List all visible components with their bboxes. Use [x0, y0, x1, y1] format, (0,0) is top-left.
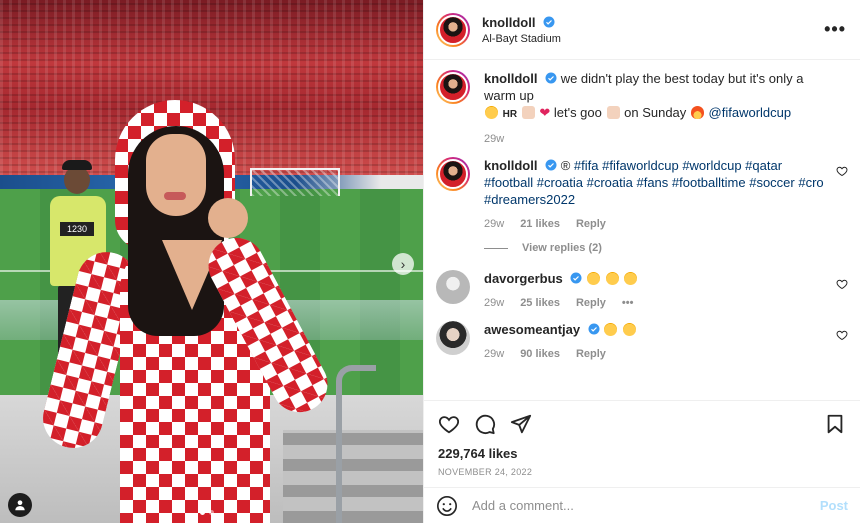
verified-icon [543, 16, 555, 27]
comment-avatar[interactable] [436, 321, 470, 355]
tongue-face-emoji [485, 106, 498, 119]
caption-text-3: on Sunday [624, 105, 687, 120]
post-comment-button[interactable]: Post [820, 498, 848, 513]
caption-hr: HR [502, 109, 518, 120]
more-options-icon[interactable]: ••• [824, 19, 846, 40]
heart-eyes-emoji [587, 272, 600, 285]
comment-prefix: ® [560, 158, 571, 173]
verified-icon [545, 72, 557, 84]
comment-options-icon[interactable]: ••• [622, 297, 634, 309]
share-icon[interactable] [510, 413, 532, 435]
post-side-panel: knolldoll Al-Bayt Stadium ••• knolldoll … [423, 0, 860, 523]
heart-icon[interactable] [836, 278, 848, 290]
comment-username[interactable]: knolldoll [484, 158, 537, 173]
heart-eyes-emoji [604, 323, 618, 336]
comment-avatar[interactable] [436, 270, 470, 304]
heart-icon[interactable] [438, 413, 460, 435]
comment-username[interactable]: awesomeantjay [484, 322, 580, 337]
bookmark-icon[interactable] [824, 413, 846, 435]
post-photo[interactable]: 1230 › [0, 0, 423, 523]
comment-likes[interactable]: 90 likes [520, 348, 560, 360]
comment-time: 29w [484, 348, 505, 360]
comment-likes[interactable]: 25 likes [520, 297, 560, 309]
action-bar [424, 400, 860, 446]
comment-username[interactable]: davorgerbus [484, 271, 563, 286]
verified-icon [570, 272, 582, 284]
comment-input[interactable] [472, 498, 820, 513]
heart-eyes-emoji [624, 272, 638, 285]
user-tag-icon[interactable] [8, 493, 32, 517]
caption-text-2: let's goo [553, 105, 602, 120]
comments-list: knolldoll we didn't play the best today … [424, 60, 860, 400]
reply-button[interactable]: Reply [576, 218, 606, 230]
caption-mention[interactable]: @fifaworldcup [709, 105, 792, 120]
fist-emoji [521, 106, 535, 119]
comment-time: 29w [484, 218, 505, 230]
emoji-icon[interactable] [436, 495, 458, 517]
carousel-dots [200, 510, 214, 515]
reply-button[interactable]: Reply [576, 348, 606, 360]
comment-time: 29w [484, 297, 505, 309]
verified-icon [545, 159, 557, 171]
post-header: knolldoll Al-Bayt Stadium ••• [424, 0, 860, 60]
comment-item: awesomeantjay 29w 90 likes Reply [436, 321, 848, 360]
post-date: NOVEMBER 24, 2022 [438, 467, 533, 477]
comment-composer: Post [424, 487, 860, 523]
next-arrow-icon[interactable]: › [392, 253, 414, 275]
heart-icon[interactable] [836, 165, 848, 177]
fist-emoji [606, 106, 620, 119]
author-username[interactable]: knolldoll [482, 15, 535, 30]
comment-likes[interactable]: 21 likes [520, 218, 560, 230]
view-replies-link[interactable]: View replies (2) [484, 242, 844, 254]
handrail [336, 365, 376, 523]
caption-time: 29w [484, 133, 505, 145]
verified-icon [588, 323, 600, 335]
comment-avatar[interactable] [436, 157, 470, 191]
fire-emoji [690, 106, 704, 119]
red-heart-emoji: ❤ [539, 105, 551, 120]
author-avatar[interactable] [436, 12, 470, 47]
heart-eyes-emoji [622, 323, 636, 336]
post-location[interactable]: Al-Bayt Stadium [482, 33, 824, 45]
reply-button[interactable]: Reply [576, 297, 606, 309]
post-viewer: 1230 › knolldoll Al-Bayt Stadium ••• kno… [0, 0, 860, 523]
caption: knolldoll we didn't play the best today … [436, 70, 844, 145]
comment-item: davorgerbus 29w 25 likes Reply ••• [436, 270, 848, 309]
heart-icon[interactable] [836, 329, 848, 341]
like-count[interactable]: 229,764 likes [424, 446, 860, 461]
caption-username[interactable]: knolldoll [484, 71, 537, 86]
comment-item: knolldoll ® #fifa #fifaworldcup #worldcu… [436, 157, 848, 230]
heart-eyes-emoji [605, 272, 619, 285]
woman-figure [36, 100, 338, 523]
comment-icon[interactable] [474, 413, 496, 435]
caption-avatar[interactable] [436, 70, 470, 104]
